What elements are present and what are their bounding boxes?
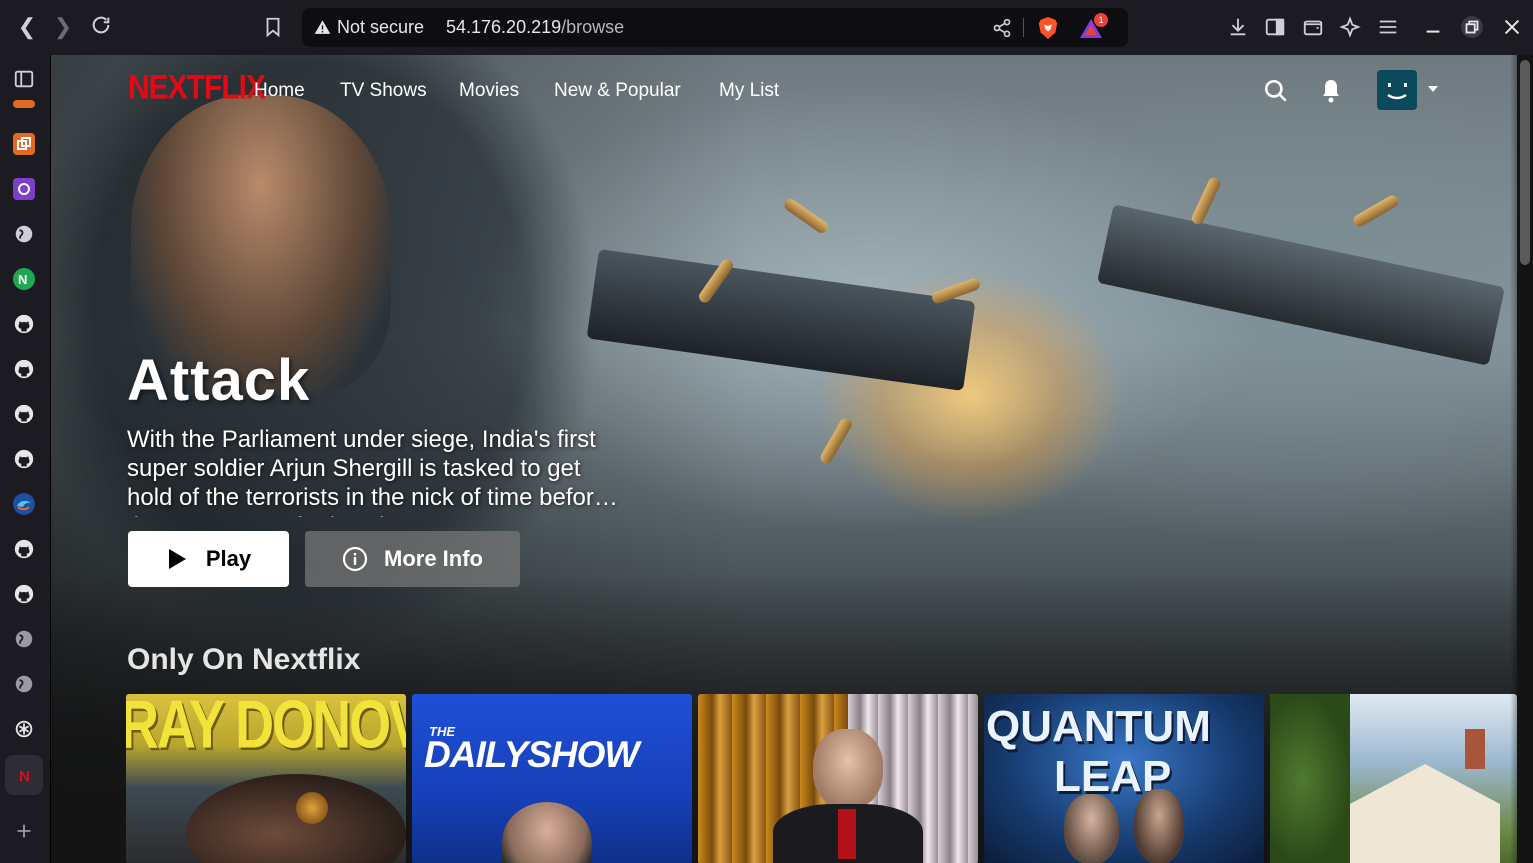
svg-text:N: N (19, 768, 30, 785)
nav-home[interactable]: Home (254, 80, 305, 102)
card-art-accent (296, 792, 328, 824)
leo-ai-icon[interactable] (1339, 16, 1361, 38)
more-info-label: More Info (384, 546, 483, 571)
card-art-text: DAILYSHOW (424, 734, 639, 775)
sidebar-app-icon[interactable]: N (13, 268, 35, 290)
url-text[interactable]: 54.176.20.219/browse (446, 17, 624, 38)
bookmark-icon[interactable] (262, 16, 284, 38)
profile-avatar[interactable] (1377, 70, 1417, 110)
sidebar-app-icon[interactable] (13, 493, 35, 515)
url-path: /browse (561, 17, 625, 37)
github-icon[interactable] (13, 448, 35, 470)
nextflix-logo[interactable]: NEXTFLIX (128, 68, 266, 107)
warning-icon (314, 20, 331, 34)
card-art-face (1134, 789, 1184, 863)
card-art-host (502, 802, 592, 863)
card-art-face (1064, 794, 1119, 863)
browser-toolbar: ❮ ❯ Not secure 54.176.20.219/browse 1 (0, 0, 1533, 55)
hero-title: Attack (127, 348, 311, 413)
add-icon[interactable] (13, 820, 35, 842)
nav-tv-shows[interactable]: TV Shows (340, 80, 427, 102)
menu-icon[interactable] (1377, 16, 1399, 38)
reload-icon[interactable] (88, 14, 114, 40)
sidebar-toggle-icon[interactable] (1264, 16, 1286, 38)
github-icon[interactable] (13, 358, 35, 380)
github-icon[interactable] (13, 403, 35, 425)
back-icon[interactable]: ❮ (14, 14, 40, 40)
sidebar-app-icon[interactable] (13, 133, 35, 155)
github-icon[interactable] (13, 313, 35, 335)
address-bar[interactable]: Not secure 54.176.20.219/browse 1 (302, 8, 1128, 47)
play-button[interactable]: Play (128, 531, 289, 587)
play-button-label: Play (205, 546, 252, 571)
page-scrollbar[interactable] (1517, 55, 1533, 863)
card-art-cottage (1350, 764, 1500, 863)
card-art-text: RAY DONOVAN (126, 694, 406, 763)
download-icon[interactable] (1227, 16, 1249, 38)
forward-icon[interactable]: ❯ (50, 14, 76, 40)
info-icon (342, 546, 368, 572)
share-icon[interactable] (992, 18, 1012, 38)
title-card[interactable] (1270, 694, 1517, 863)
nav-new-popular[interactable]: New & Popular (554, 80, 681, 102)
card-art-face (186, 774, 406, 863)
more-info-button[interactable]: More Info (305, 531, 520, 587)
card-art-chimney (1465, 729, 1485, 769)
title-card[interactable]: QUANTUM LEAP (984, 694, 1264, 863)
github-icon[interactable] (13, 538, 35, 560)
nextflix-page: NEXTFLIX Home TV Shows Movies New & Popu… (51, 55, 1517, 863)
card-art-tie (838, 809, 856, 859)
rewards-badge: 1 (1094, 13, 1108, 27)
minimize-icon[interactable] (1422, 16, 1444, 38)
url-host: 54.176.20.219 (446, 17, 562, 37)
security-status[interactable]: Not secure (337, 17, 424, 38)
hero-description: With the Parliament under siege, India's… (127, 426, 608, 517)
globe-icon[interactable] (13, 223, 35, 245)
title-card[interactable] (698, 694, 978, 863)
sidebar-panel-icon[interactable] (13, 68, 35, 90)
nav-my-list[interactable]: My List (719, 80, 779, 102)
card-art-text: QUANTUM (986, 702, 1211, 751)
chatgpt-icon[interactable] (13, 718, 35, 740)
svg-text:N: N (18, 272, 27, 287)
browser-sidebar: N N (0, 55, 50, 863)
github-icon[interactable] (13, 583, 35, 605)
row-title: Only On Nextflix (127, 643, 361, 676)
card-art-face (813, 729, 883, 809)
title-card[interactable]: RAY DONOVAN (126, 694, 406, 863)
page-edge (1510, 55, 1517, 863)
url-divider (1023, 18, 1024, 37)
netflix-icon[interactable]: N (13, 764, 35, 786)
search-icon[interactable] (1263, 78, 1289, 104)
card-art-trees (1270, 694, 1350, 863)
restore-icon[interactable] (1461, 16, 1483, 38)
globe-icon[interactable] (13, 628, 35, 650)
chevron-down-icon[interactable] (1427, 84, 1439, 94)
title-card[interactable]: THE DAILYSHOW (412, 694, 692, 863)
sidebar-app-icon[interactable] (13, 100, 35, 108)
wallet-icon[interactable] (1302, 16, 1324, 38)
sidebar-app-icon[interactable] (13, 178, 35, 200)
bell-icon[interactable] (1319, 77, 1343, 105)
play-icon (168, 549, 186, 569)
scrollbar-thumb[interactable] (1520, 60, 1530, 265)
nav-movies[interactable]: Movies (459, 80, 519, 102)
globe-icon[interactable] (13, 673, 35, 695)
brave-shield-icon[interactable] (1037, 16, 1059, 40)
close-icon[interactable] (1501, 16, 1523, 38)
